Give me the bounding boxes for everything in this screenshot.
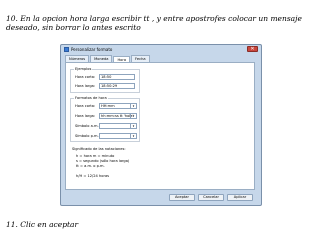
example-long-value: 18:50:29 [99,83,135,89]
format-long-label: Hora larga: [75,114,96,118]
instruction-step-10: 10. En la opcion hora larga escribir tt … [6,14,302,32]
notation-line: s = segundo (sólo hora larga) [76,159,130,163]
chevron-down-icon: ▾ [130,134,136,138]
accept-button[interactable]: Aceptar [169,194,195,201]
chevron-down-icon: ▾ [130,104,136,108]
notation-line: tt = a.m. o p.m. [76,164,105,168]
chevron-down-icon: ▾ [130,114,136,118]
am-symbol-select[interactable]: ▾ [99,123,137,129]
long-time-format-select[interactable]: hh:mm:ss tt 'hola' ▾ [99,113,137,119]
formats-group: Formatos de hora Hora corta: HH:mm ▾ Hor… [70,96,140,142]
dialog-title: Personalizar formato [71,47,113,52]
window-icon [64,47,69,52]
am-symbol-label: Símbolo a.m.: [75,124,100,128]
long-time-format-value: hh:mm:ss tt 'hola' [101,114,134,118]
chevron-down-icon: ▾ [130,124,136,128]
cancel-button[interactable]: Cancelar [198,194,224,201]
example-long-label: Hora larga: [75,84,96,88]
close-button[interactable]: ✕ [247,46,258,52]
format-short-label: Hora corta: [75,104,96,108]
example-short-label: Hora corta: [75,75,96,79]
customize-format-dialog: Personalizar formato ✕ Números Moneda Ho… [60,44,262,206]
short-time-format-value: HH:mm [101,104,115,108]
tab-panel-hora: Ejemplos Hora corta: 18:50 Hora larga: 1… [65,62,255,190]
short-time-format-select[interactable]: HH:mm ▾ [99,103,137,109]
notation-title: Significado de las notaciones: [72,147,126,151]
example-short-value: 18:50 [99,74,135,80]
pm-symbol-select[interactable]: ▾ [99,133,137,139]
apply-button[interactable]: Aplicar [227,194,253,201]
notation-line: h/H = 12/24 horas [76,174,110,178]
instruction-step-11: 11. Clic en aceptar [6,220,79,229]
examples-group-label: Ejemplos [74,67,93,71]
examples-group: Ejemplos Hora corta: 18:50 Hora larga: 1… [70,67,140,93]
dialog-titlebar: Personalizar formato ✕ [61,45,261,54]
notation-line: h = hora m = minuto [76,154,115,158]
pm-symbol-label: Símbolo p.m.: [75,134,100,138]
formats-group-label: Formatos de hora [74,96,108,100]
